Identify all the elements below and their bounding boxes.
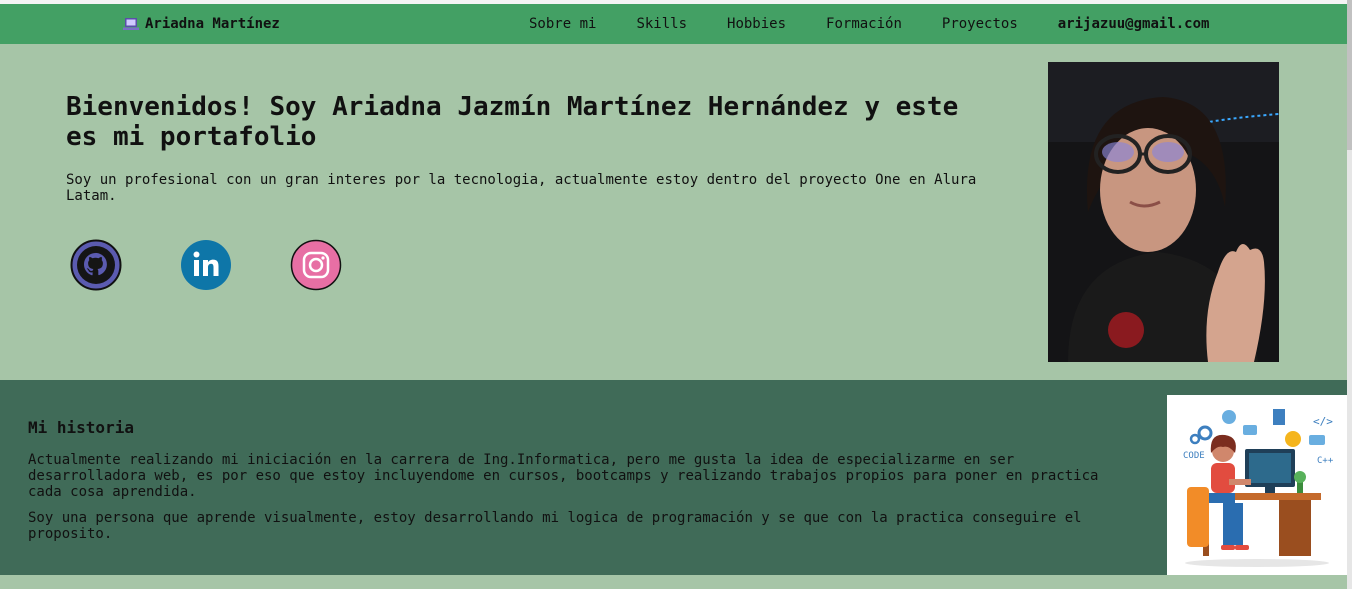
- instagram-icon[interactable]: [290, 239, 342, 291]
- historia-paragraph-2: Soy una persona que aprende visualmente,…: [28, 510, 1082, 542]
- illus-code-label: CODE: [1183, 451, 1205, 461]
- hero-title: Bienvenidos! Soy Ariadna Jazmín Martínez…: [66, 92, 959, 152]
- brand[interactable]: Ariadna Martínez: [123, 16, 280, 32]
- nav-hobbies[interactable]: Hobbies: [727, 16, 786, 32]
- profile-photo: [1048, 62, 1279, 362]
- illus-tag-label: </>: [1313, 415, 1333, 428]
- historia-heading: Mi historia: [28, 418, 134, 437]
- historia-section: Mi historia Actualmente realizando mi in…: [0, 380, 1347, 575]
- github-icon[interactable]: [70, 239, 122, 291]
- hero-intro: Soy un profesional con un gran interes p…: [66, 172, 977, 204]
- laptop-icon: [123, 18, 139, 30]
- nav-skills[interactable]: Skills: [636, 16, 687, 32]
- nav-formacion[interactable]: Formación: [826, 16, 902, 32]
- developer-illustration: </> CODE C++: [1167, 395, 1347, 575]
- email-link[interactable]: arijazuu@gmail.com: [1058, 16, 1210, 32]
- main-nav: Sobre mi Skills Hobbies Formación Proyec…: [529, 16, 1209, 32]
- illus-cpp-label: C++: [1317, 456, 1334, 466]
- historia-paragraph-1: Actualmente realizando mi iniciación en …: [28, 452, 1099, 500]
- brand-name: Ariadna Martínez: [145, 16, 280, 32]
- linkedin-icon[interactable]: [180, 239, 232, 291]
- scrollbar-thumb[interactable]: [1347, 0, 1352, 150]
- hero-section: Bienvenidos! Soy Ariadna Jazmín Martínez…: [0, 44, 1347, 380]
- page-scrollbar[interactable]: [1347, 0, 1352, 589]
- nav-proyectos[interactable]: Proyectos: [942, 16, 1018, 32]
- nav-sobre-mi[interactable]: Sobre mi: [529, 16, 596, 32]
- top-navbar: Ariadna Martínez Sobre mi Skills Hobbies…: [0, 4, 1347, 44]
